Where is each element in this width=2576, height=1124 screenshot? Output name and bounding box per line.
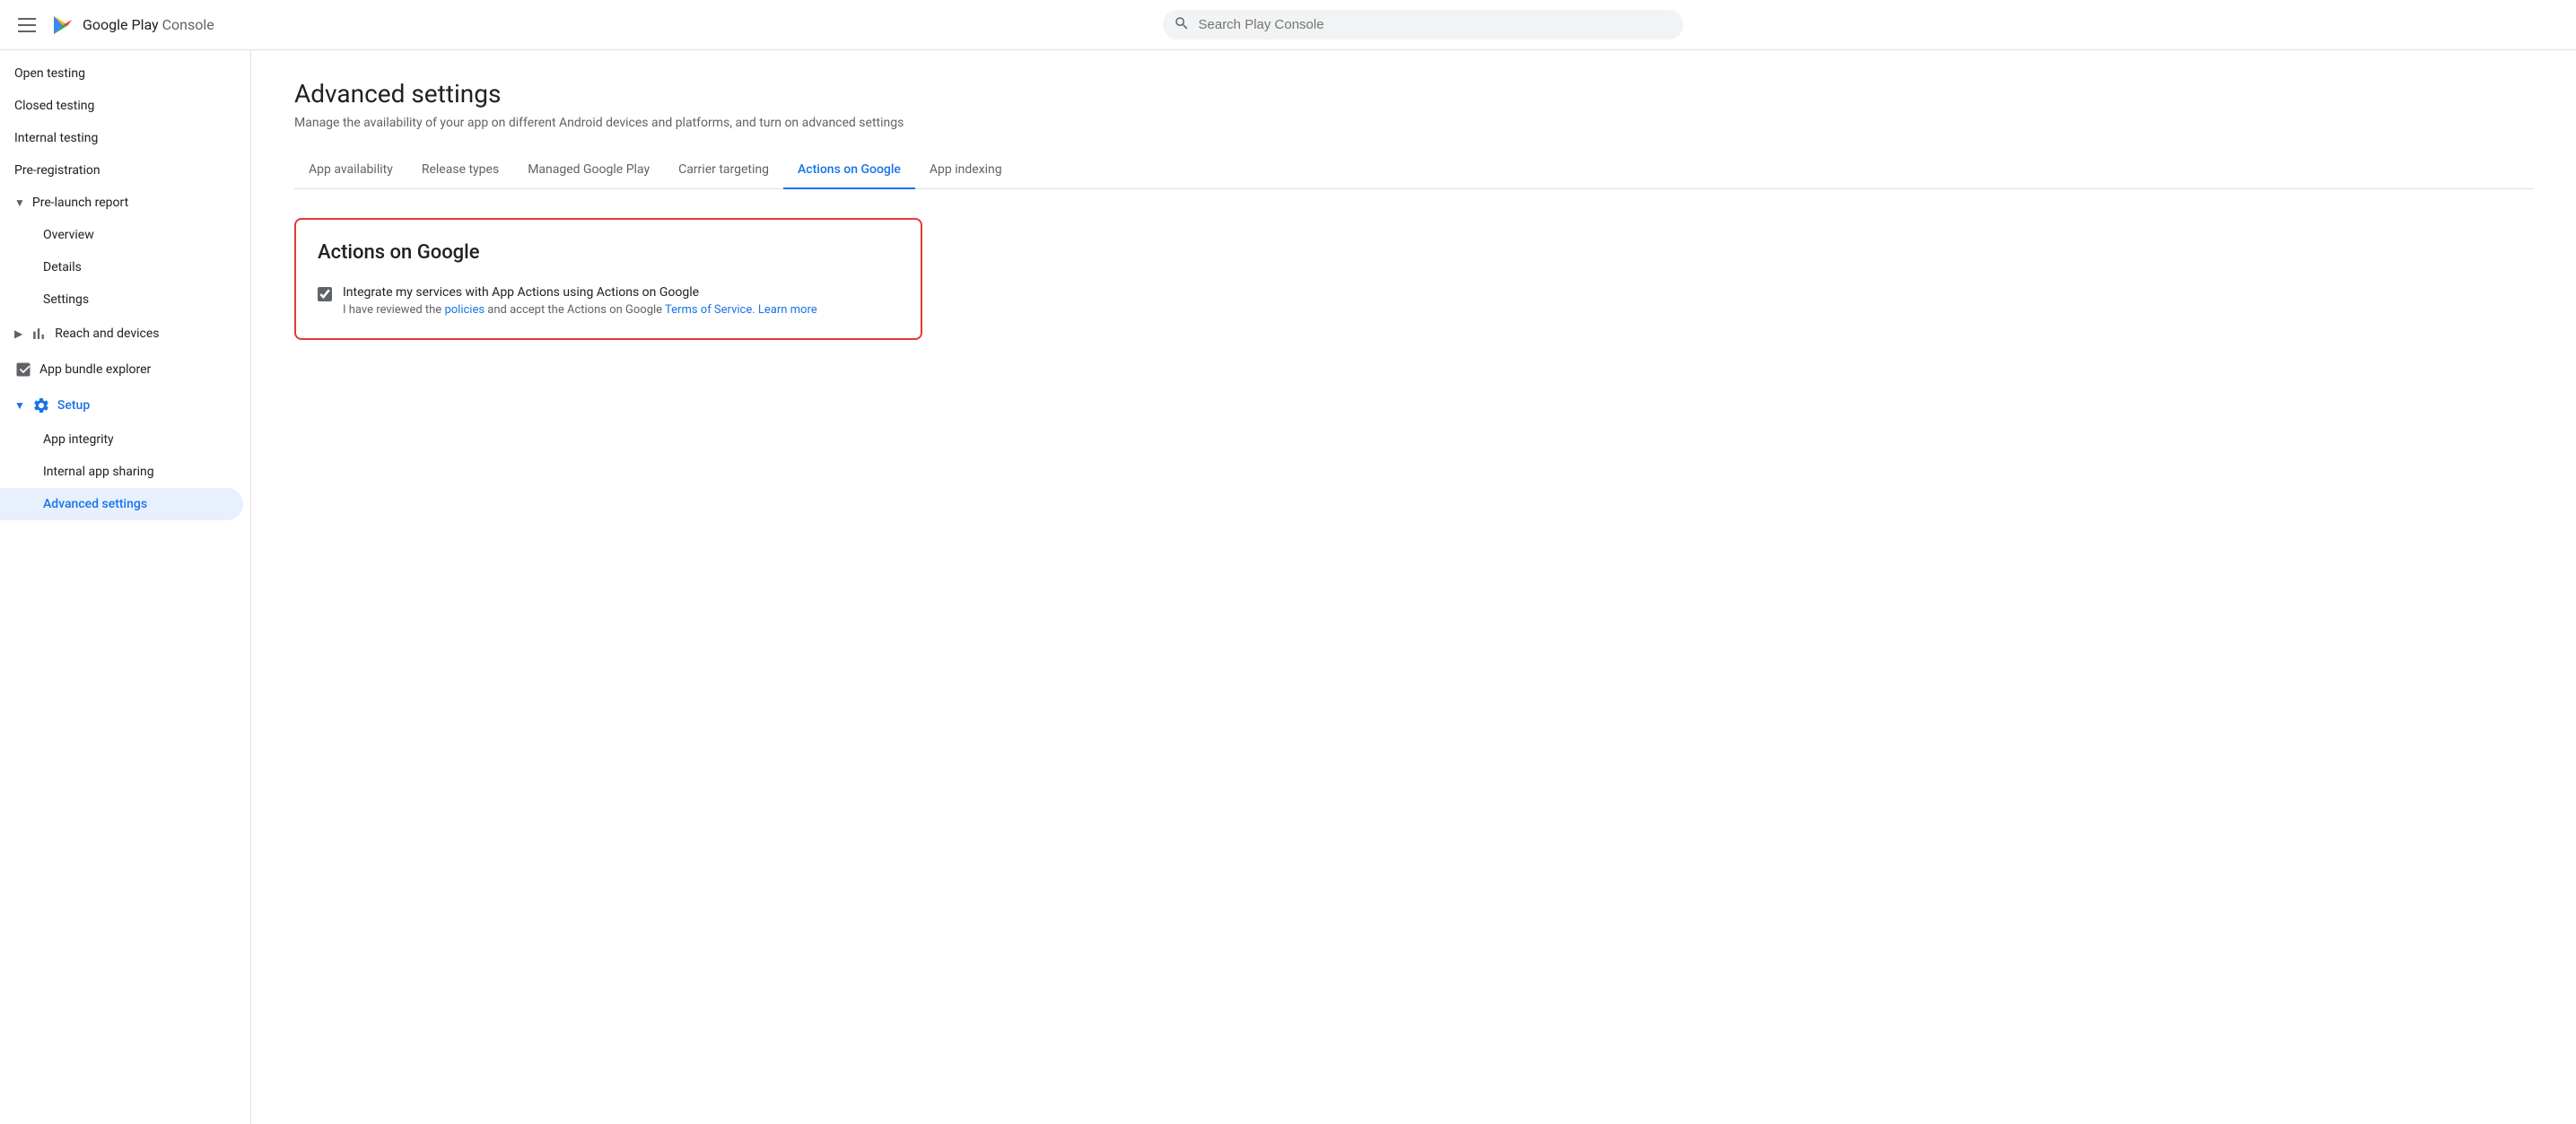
integrate-checkbox-label: Integrate my services with App Actions u… bbox=[343, 285, 817, 300]
page-title: Advanced settings bbox=[294, 79, 2533, 109]
sidebar-item-advanced-settings[interactable]: Advanced settings bbox=[0, 488, 243, 520]
topbar-left: Google Play Console bbox=[14, 13, 284, 38]
sidebar-label-internal-testing: Internal testing bbox=[14, 131, 98, 145]
sidebar: Open testing Closed testing Internal tes… bbox=[0, 50, 251, 1124]
bundle-icon bbox=[14, 361, 32, 379]
integrate-checkbox-row: Integrate my services with App Actions u… bbox=[318, 285, 899, 317]
learn-more-link[interactable]: Learn more bbox=[755, 303, 817, 317]
tab-app-availability[interactable]: App availability bbox=[294, 152, 407, 189]
tab-actions-on-google[interactable]: Actions on Google bbox=[783, 152, 915, 189]
gear-icon bbox=[32, 396, 50, 414]
integrate-checkbox[interactable] bbox=[318, 287, 332, 301]
sidebar-label-internal-app-sharing: Internal app sharing bbox=[43, 465, 154, 479]
integrate-checkbox-wrap bbox=[318, 287, 332, 305]
tab-managed-google-play[interactable]: Managed Google Play bbox=[513, 152, 664, 189]
search-input[interactable] bbox=[1163, 10, 1683, 39]
sidebar-label-pre-registration: Pre-registration bbox=[14, 163, 100, 178]
sidebar-item-setup[interactable]: ▼ Setup bbox=[0, 388, 243, 423]
sidebar-item-details[interactable]: Details bbox=[0, 251, 243, 283]
policies-link[interactable]: policies bbox=[444, 303, 485, 317]
chevron-right-icon: ▶ bbox=[14, 327, 22, 340]
card-title: Actions on Google bbox=[318, 241, 899, 264]
sidebar-item-reach-and-devices[interactable]: ▶ Reach and devices bbox=[0, 316, 243, 352]
play-logo-icon bbox=[50, 13, 75, 38]
sidebar-item-closed-testing[interactable]: Closed testing bbox=[0, 90, 243, 122]
sidebar-item-app-bundle-explorer[interactable]: App bundle explorer bbox=[0, 352, 243, 388]
sidebar-item-settings[interactable]: Settings bbox=[0, 283, 243, 316]
sublabel-pre: I have reviewed the bbox=[343, 303, 444, 317]
actions-on-google-card: Actions on Google Integrate my services … bbox=[294, 218, 922, 340]
sidebar-label-settings: Settings bbox=[43, 292, 89, 307]
sidebar-label-details: Details bbox=[43, 260, 82, 274]
sidebar-label-app-integrity: App integrity bbox=[43, 432, 114, 447]
main-content: Advanced settings Manage the availabilit… bbox=[251, 50, 2576, 1124]
sidebar-item-internal-app-sharing[interactable]: Internal app sharing bbox=[0, 456, 243, 488]
integrate-checkbox-sublabel: I have reviewed the policies and accept … bbox=[343, 303, 817, 317]
console-text: Console bbox=[162, 16, 214, 33]
hamburger-menu[interactable] bbox=[14, 14, 39, 36]
logo-text: Google Play Console bbox=[83, 16, 214, 33]
chart-icon bbox=[30, 325, 48, 343]
chevron-down-icon: ▼ bbox=[14, 196, 25, 209]
integrate-label-area: Integrate my services with App Actions u… bbox=[343, 285, 817, 317]
tab-release-types[interactable]: Release types bbox=[407, 152, 513, 189]
tabs: App availability Release types Managed G… bbox=[294, 152, 2533, 189]
topbar: Google Play Console bbox=[0, 0, 2576, 50]
sidebar-label-setup: Setup bbox=[57, 398, 90, 413]
sublabel-mid: and accept the Actions on Google bbox=[485, 303, 665, 317]
sidebar-label-open-testing: Open testing bbox=[14, 66, 85, 81]
sidebar-item-open-testing[interactable]: Open testing bbox=[0, 57, 243, 90]
sidebar-item-app-integrity[interactable]: App integrity bbox=[0, 423, 243, 456]
page-subtitle: Manage the availability of your app on d… bbox=[294, 116, 2533, 130]
sidebar-item-internal-testing[interactable]: Internal testing bbox=[0, 122, 243, 154]
tos-link[interactable]: Terms of Service. bbox=[665, 303, 755, 317]
sidebar-label-app-bundle-explorer: App bundle explorer bbox=[39, 362, 151, 377]
search-bar bbox=[1163, 10, 1683, 39]
sidebar-item-pre-launch-report[interactable]: ▼ Pre-launch report bbox=[0, 187, 243, 219]
sidebar-label-closed-testing: Closed testing bbox=[14, 99, 94, 113]
tab-carrier-targeting[interactable]: Carrier targeting bbox=[664, 152, 783, 189]
sidebar-label-pre-launch-report: Pre-launch report bbox=[32, 196, 128, 210]
sidebar-item-overview[interactable]: Overview bbox=[0, 219, 243, 251]
search-icon bbox=[1174, 15, 1190, 35]
chevron-down-icon-setup: ▼ bbox=[14, 399, 25, 412]
layout: Open testing Closed testing Internal tes… bbox=[0, 50, 2576, 1124]
sidebar-label-reach-and-devices: Reach and devices bbox=[55, 327, 159, 341]
sidebar-item-pre-registration[interactable]: Pre-registration bbox=[0, 154, 243, 187]
sidebar-label-overview: Overview bbox=[43, 228, 94, 242]
logo-area: Google Play Console bbox=[50, 13, 214, 38]
sidebar-label-advanced-settings: Advanced settings bbox=[43, 497, 147, 511]
tab-app-indexing[interactable]: App indexing bbox=[915, 152, 1017, 189]
